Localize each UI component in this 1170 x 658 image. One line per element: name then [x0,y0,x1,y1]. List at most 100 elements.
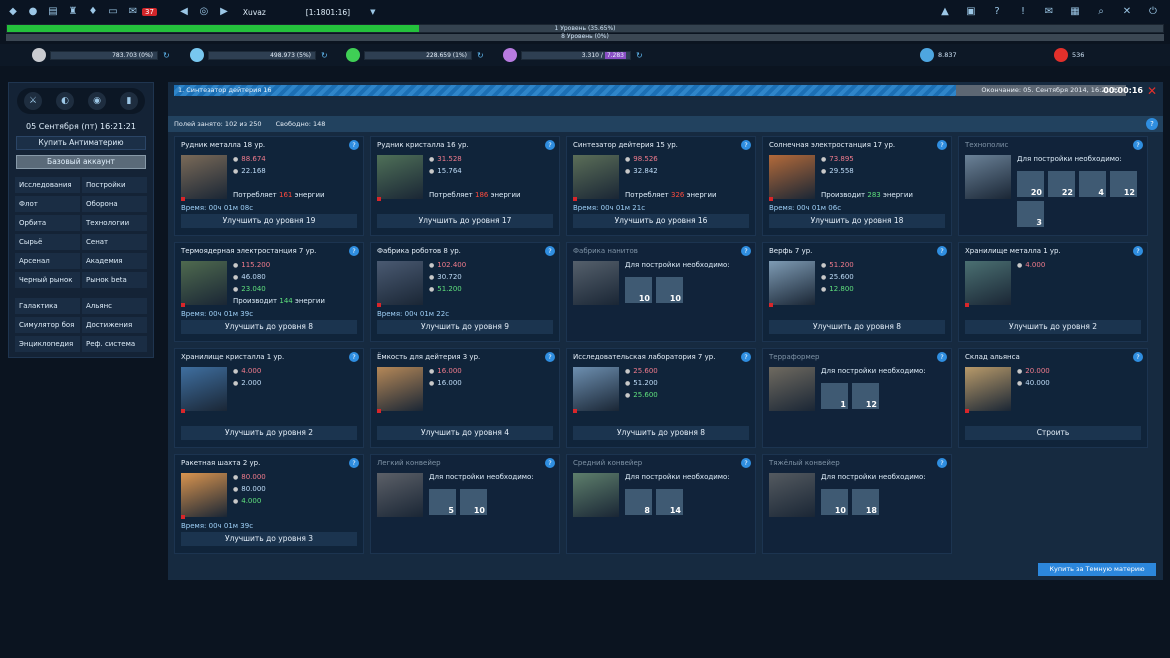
planet-coords[interactable]: [1:1801:16] [306,8,350,17]
help-icon[interactable]: ? [545,140,555,150]
eye-icon[interactable]: ◉ [88,92,106,110]
sidebar-item[interactable]: Постройки [82,177,147,193]
help-icon[interactable]: ? [741,246,751,256]
sidebar-item[interactable]: Сырьё [15,234,80,250]
building-card[interactable]: Технополис? Для постройки необходимо: 20 22… [958,136,1148,236]
building-image[interactable] [181,473,227,517]
help-icon[interactable]: ? [1133,140,1143,150]
sidebar-item[interactable]: Исследования [15,177,80,193]
requirement-item[interactable]: 10 [625,277,652,303]
building-card[interactable]: Ёмкость для дейтерия 3 ур.? 16.000 16.000 У… [370,348,560,448]
sidebar-item[interactable]: Технологии [82,215,147,231]
help-icon[interactable]: ? [990,6,1004,18]
building-card[interactable]: Терраформер? Для постройки необходимо: 1 12 [762,348,952,448]
building-card[interactable]: Рудник металла 18 ур.? 88.674 22.168 Потреб… [174,136,364,236]
requirement-item[interactable]: 14 [656,489,683,515]
sidebar-item[interactable]: Рынок beta [82,272,147,288]
help-icon[interactable]: ? [545,458,555,468]
prev-planet-icon[interactable]: ◀ [177,6,191,18]
building-image[interactable] [965,367,1011,411]
help-icon[interactable]: ? [937,140,947,150]
building-image[interactable] [769,261,815,305]
sidebar-item[interactable]: Черный рынок [15,272,80,288]
resource-antimatter[interactable]: 536 [1054,48,1084,62]
sidebar-item[interactable]: Энциклопедия [15,336,80,352]
help-icon[interactable]: ? [349,352,359,362]
building-image[interactable] [965,261,1011,305]
building-image[interactable] [769,473,815,517]
buy-antimatter-button[interactable]: Купить Антиматерию [16,136,146,150]
stats-icon[interactable]: ▤ [46,6,60,18]
requirement-item[interactable]: 5 [429,489,456,515]
player-name[interactable]: Xuvaz [243,8,266,17]
next-planet-icon[interactable]: ▶ [217,6,231,18]
globe-icon[interactable]: ● [26,6,40,18]
sidebar-item[interactable]: Орбита [15,215,80,231]
help-icon[interactable]: ? [1133,246,1143,256]
upgrade-button[interactable]: Улучшить до уровня 8 [181,320,357,334]
buy-dark-matter-button[interactable]: Купить за Темную материю [1038,563,1156,576]
help-icon[interactable]: ? [349,458,359,468]
trophy-icon[interactable]: ♜ [66,6,80,18]
help-icon[interactable]: ? [545,246,555,256]
building-card[interactable]: Ракетная шахта 2 ур.? 80.000 80.000 4.000 Вр… [174,454,364,554]
upgrade-button[interactable]: Улучшить до уровня 16 [573,214,749,228]
building-card[interactable]: Фабрика нанитов? Для постройки необходимо… [566,242,756,342]
building-card[interactable]: Синтезатор дейтерия 15 ур.? 98.526 32.842 П… [566,136,756,236]
requirement-item[interactable]: 10 [460,489,487,515]
notes-icon[interactable]: ▣ [964,6,978,18]
refresh-icon[interactable]: ↻ [477,51,484,60]
help-icon[interactable]: ? [937,458,947,468]
sidebar-item[interactable]: Альянс [82,298,147,314]
requirement-item[interactable]: 8 [625,489,652,515]
sidebar-item[interactable]: Симулятор боя [15,317,80,333]
help-icon[interactable]: ? [1133,352,1143,362]
building-card[interactable]: Легкий конвейер? Для постройки необходимо… [370,454,560,554]
building-card[interactable]: Склад альянса? 20.000 40.000 Строить [958,348,1148,448]
upgrade-button[interactable]: Улучшить до уровня 8 [573,426,749,440]
chat-icon[interactable]: ▭ [106,6,120,18]
requirement-item[interactable]: 10 [656,277,683,303]
sidebar-item[interactable]: Флот [15,196,80,212]
upgrade-button[interactable]: Улучшить до уровня 2 [181,426,357,440]
refresh-icon[interactable]: ↻ [636,51,643,60]
building-image[interactable] [769,155,815,199]
help-icon[interactable]: ? [937,246,947,256]
settings-icon[interactable]: ✕ [1120,6,1134,18]
upgrade-button[interactable]: Улучшить до уровня 9 [377,320,553,334]
building-card[interactable]: Тяжёлый конвейер? Для постройки необходим… [762,454,952,554]
upgrade-button[interactable]: Улучшить до уровня 18 [769,214,945,228]
help-icon[interactable]: ? [1146,118,1158,130]
building-image[interactable] [573,367,619,411]
help-icon[interactable]: ? [937,352,947,362]
building-card[interactable]: Фабрика роботов 8 ур.? 102.400 30.720 51.20… [370,242,560,342]
requirement-item[interactable]: 10 [821,489,848,515]
building-card[interactable]: Верфь 7 ур.? 51.200 25.600 12.800 Улучшить д… [762,242,952,342]
building-image[interactable] [377,155,423,199]
help-icon[interactable]: ? [349,140,359,150]
upgrade-button[interactable]: Улучшить до уровня 3 [181,532,357,546]
cancel-build-icon[interactable]: ✕ [1147,84,1157,98]
flask-icon[interactable]: ▮ [120,92,138,110]
medal-icon[interactable]: ♦ [86,6,100,18]
requirement-item[interactable]: 18 [852,489,879,515]
building-image[interactable] [377,473,423,517]
building-image[interactable] [181,367,227,411]
building-card[interactable]: Исследовательская лаборатория 7 ур.? 25.6… [566,348,756,448]
planet-icon[interactable]: ◆ [6,6,20,18]
building-card[interactable]: Рудник кристалла 16 ур.? 31.528 15.764 Потр… [370,136,560,236]
building-card[interactable]: Солнечная электростанция 17 ур.? 73.895 29… [762,136,952,236]
resource-dark-matter[interactable]: 8.837 [920,48,957,62]
chevron-down-icon[interactable]: ▼ [370,8,375,16]
building-image[interactable] [573,473,619,517]
building-image[interactable] [377,367,423,411]
upgrade-button[interactable]: Улучшить до уровня 2 [965,320,1141,334]
building-image[interactable] [769,367,815,411]
sidebar-item[interactable]: Галактика [15,298,80,314]
requirement-item[interactable]: 12 [852,383,879,409]
sidebar-item[interactable]: Реф. система [82,336,147,352]
requirement-item[interactable]: 12 [1110,171,1137,197]
upgrade-button[interactable]: Строить [965,426,1141,440]
requirement-item[interactable]: 3 [1017,201,1044,227]
upgrade-button[interactable]: Улучшить до уровня 4 [377,426,553,440]
